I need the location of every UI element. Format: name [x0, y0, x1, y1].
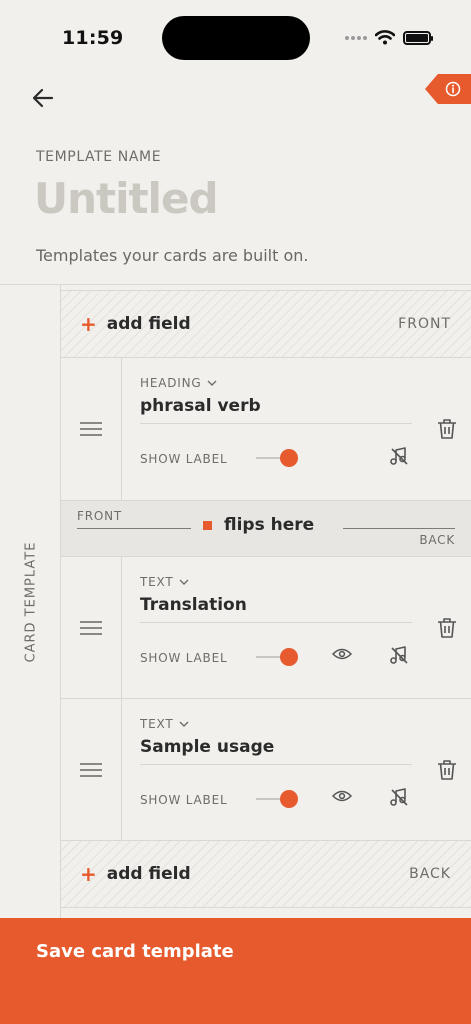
- show-label-text: SHOW LABEL: [140, 793, 228, 807]
- field-body: HEADING SHOW LABEL: [140, 358, 412, 500]
- visibility-button[interactable]: [331, 646, 353, 665]
- field-body: TEXT SHOW LABEL: [140, 699, 412, 840]
- eye-icon: [331, 790, 353, 802]
- audio-button[interactable]: [389, 446, 409, 470]
- show-label-text: SHOW LABEL: [140, 651, 228, 665]
- drag-handle[interactable]: [61, 358, 122, 500]
- wifi-icon: [375, 30, 395, 45]
- field-card: TEXT SHOW LABEL: [61, 557, 471, 699]
- card-template-fields: + add field FRONT HEADING SHOW LABEL: [61, 284, 471, 918]
- arrow-left-icon: [32, 88, 54, 108]
- add-front-field-button[interactable]: + add field: [80, 291, 191, 357]
- show-label-text: SHOW LABEL: [140, 452, 228, 466]
- add-field-label: add field: [106, 864, 191, 884]
- plus-icon: +: [80, 312, 97, 336]
- info-button[interactable]: [425, 74, 471, 104]
- template-name-label: TEMPLATE NAME: [36, 149, 162, 165]
- field-name-input[interactable]: [140, 735, 412, 765]
- flip-marker-icon: [203, 520, 212, 530]
- field-type-label: TEXT: [140, 717, 174, 731]
- field-type-dropdown[interactable]: TEXT: [140, 717, 189, 731]
- plus-icon: +: [80, 862, 97, 886]
- add-back-field-button[interactable]: + add field: [80, 841, 191, 907]
- chevron-down-icon: [179, 579, 189, 585]
- template-name-input[interactable]: [34, 174, 434, 223]
- chevron-down-icon: [179, 721, 189, 727]
- signal-icon: [345, 35, 367, 40]
- field-name-input[interactable]: [140, 593, 412, 623]
- audio-button[interactable]: [389, 645, 409, 669]
- flip-back-label: BACK: [419, 533, 455, 547]
- delete-field-button[interactable]: [437, 557, 457, 698]
- drag-handle-icon: [80, 762, 102, 777]
- back-side-tag: BACK: [409, 866, 451, 882]
- show-label-toggle[interactable]: [256, 790, 298, 808]
- delete-field-button[interactable]: [437, 358, 457, 500]
- drag-handle[interactable]: [61, 557, 122, 698]
- status-bar: 11:59: [0, 0, 471, 72]
- field-type-dropdown[interactable]: HEADING: [140, 376, 217, 390]
- field-type-dropdown[interactable]: TEXT: [140, 575, 189, 589]
- save-card-template-button[interactable]: Save card template: [0, 918, 471, 1024]
- template-description: Templates your cards are built on.: [36, 246, 309, 265]
- music-note-off-icon: [390, 788, 408, 806]
- battery-icon: [403, 30, 433, 45]
- drag-handle-icon: [80, 422, 102, 436]
- field-body: TEXT SHOW LABEL: [140, 557, 412, 698]
- flip-divider: FRONT flips here BACK: [61, 501, 471, 557]
- field-card: TEXT SHOW LABEL: [61, 699, 471, 841]
- field-type-label: HEADING: [140, 376, 202, 390]
- drag-handle-icon: [80, 620, 102, 635]
- back-button[interactable]: [28, 84, 58, 112]
- eye-icon: [331, 648, 353, 660]
- flip-line-right: [343, 528, 455, 529]
- dynamic-island: [162, 16, 310, 60]
- flip-label: flips here: [224, 515, 315, 535]
- field-card: HEADING SHOW LABEL: [61, 358, 471, 501]
- card-template-label: CARD TEMPLATE: [23, 541, 39, 663]
- audio-button[interactable]: [389, 787, 409, 811]
- flip-front-label: FRONT: [77, 509, 122, 523]
- music-note-off-icon: [390, 646, 408, 664]
- front-side-tag: FRONT: [398, 316, 451, 332]
- music-note-off-icon: [390, 447, 408, 465]
- flip-center: flips here: [203, 515, 314, 535]
- chevron-down-icon: [207, 380, 217, 386]
- flip-line-left: [77, 528, 191, 529]
- add-field-label: add field: [106, 314, 191, 334]
- drag-handle[interactable]: [61, 699, 122, 840]
- delete-field-button[interactable]: [437, 699, 457, 840]
- trash-icon: [438, 419, 456, 439]
- visibility-button[interactable]: [331, 788, 353, 807]
- trash-icon: [438, 759, 456, 780]
- info-icon: [445, 81, 461, 97]
- show-label-toggle[interactable]: [256, 648, 298, 666]
- field-name-input[interactable]: [140, 394, 412, 424]
- trash-icon: [438, 617, 456, 638]
- save-label: Save card template: [36, 941, 234, 962]
- status-time: 11:59: [62, 27, 124, 49]
- back-add-field-row: + add field BACK: [61, 840, 471, 908]
- field-type-label: TEXT: [140, 575, 174, 589]
- show-label-toggle[interactable]: [256, 449, 298, 467]
- front-add-field-row: + add field FRONT: [61, 290, 471, 358]
- status-icons: [345, 30, 433, 45]
